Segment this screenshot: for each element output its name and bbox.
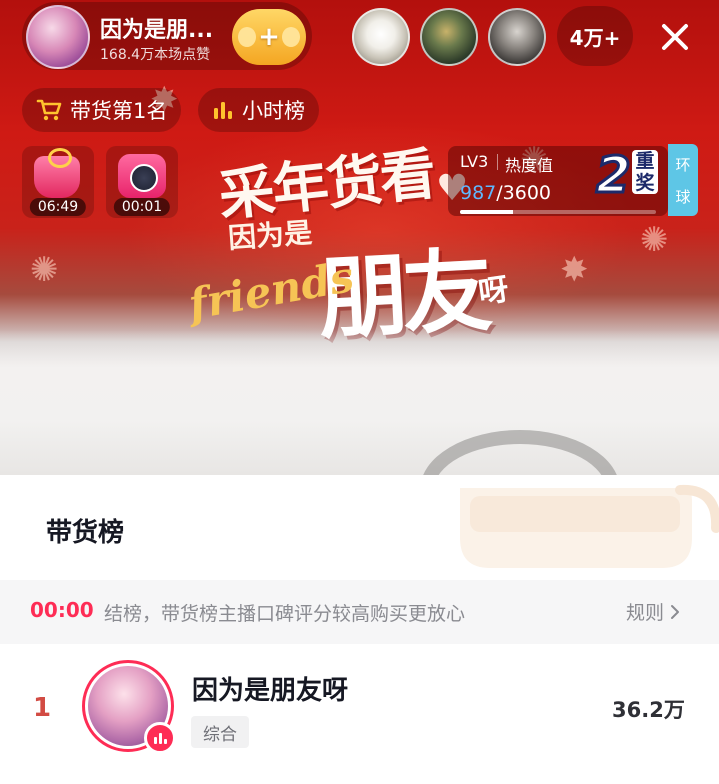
- firework-decoration: ✺: [640, 220, 669, 260]
- lucky-bag-button[interactable]: 06:49: [22, 146, 94, 218]
- viewer-avatar[interactable]: [488, 8, 546, 66]
- prize-badge-line2: 奖: [635, 172, 655, 194]
- plus-icon: +: [258, 22, 280, 52]
- notice-countdown: 00:00: [30, 598, 94, 622]
- heat-label: 热度值: [505, 156, 554, 175]
- red-envelope-button[interactable]: 00:01: [106, 146, 178, 218]
- viewer-count-button[interactable]: 4万+: [557, 6, 633, 66]
- lucky-bag-icon: [34, 148, 80, 198]
- host-name[interactable]: 因为是朋...: [100, 12, 230, 44]
- cart-icon: [36, 99, 62, 121]
- sales-rank-chip[interactable]: 带货第1名: [22, 88, 182, 132]
- studio-table: [0, 330, 719, 475]
- follow-button[interactable]: +: [232, 9, 306, 65]
- heat-level: LV3: [460, 152, 489, 171]
- heat-current: 987: [460, 182, 497, 204]
- live-video[interactable]: ✺ ✺ ✸ ✺ ✸ 采年货看 ♥ 因为是 朋友 friends 呀: [0, 0, 719, 475]
- heat-progress-fill: [460, 210, 513, 214]
- heat-total: /3600: [496, 182, 552, 204]
- banner-suffix: 呀: [476, 272, 511, 311]
- sales-score: 36.2万: [612, 698, 685, 722]
- banner-subtitle: 因为是: [227, 216, 314, 255]
- viewer-avatar[interactable]: [352, 8, 410, 66]
- category-tag: 综合: [191, 716, 249, 748]
- live-bars-icon: [144, 722, 176, 754]
- sheet-title: 带货榜: [46, 518, 125, 548]
- chevron-right-icon: [671, 604, 680, 619]
- sales-rank-label: 带货第1名: [70, 99, 168, 123]
- rank-number: 1: [33, 693, 52, 723]
- prize-badge-number: 2: [595, 146, 633, 204]
- hourly-rank-label: 小时榜: [242, 99, 305, 123]
- hourly-rank-chip[interactable]: 小时榜: [198, 88, 319, 132]
- host-likes: 168.4万本场点赞: [100, 47, 211, 63]
- heat-value: 987/3600: [460, 182, 551, 204]
- cart-decoration-icon: [460, 484, 719, 568]
- host-avatar[interactable]: [26, 5, 90, 69]
- red-envelope-icon: [118, 154, 166, 198]
- firework-decoration: ✸: [560, 250, 589, 290]
- anchor-name: 因为是朋友呀: [192, 676, 349, 706]
- heat-progress-bar: [460, 210, 656, 214]
- side-tag-line2: 球: [675, 187, 691, 206]
- wing-decoration: [238, 27, 256, 47]
- close-button[interactable]: [648, 10, 702, 64]
- viewer-avatar[interactable]: [420, 8, 478, 66]
- red-envelope-countdown: 00:01: [113, 198, 171, 216]
- close-icon: [662, 24, 688, 50]
- side-tag[interactable]: 环球: [668, 144, 698, 216]
- notice-text: 结榜，带货榜主播口碑评分较高购买更放心: [104, 603, 466, 625]
- rules-label: 规则: [626, 602, 665, 624]
- firework-decoration: ✺: [30, 250, 59, 290]
- bar-chart-icon: [214, 102, 232, 119]
- side-tag-line1: 环: [675, 155, 691, 174]
- lucky-bag-countdown: 06:49: [29, 198, 87, 216]
- wing-decoration: [282, 27, 300, 47]
- prize-badge-line1: 重: [635, 150, 655, 172]
- prize-badge-text: 重奖: [632, 150, 658, 194]
- rules-link[interactable]: 规则: [626, 598, 682, 625]
- heat-divider: [497, 154, 498, 170]
